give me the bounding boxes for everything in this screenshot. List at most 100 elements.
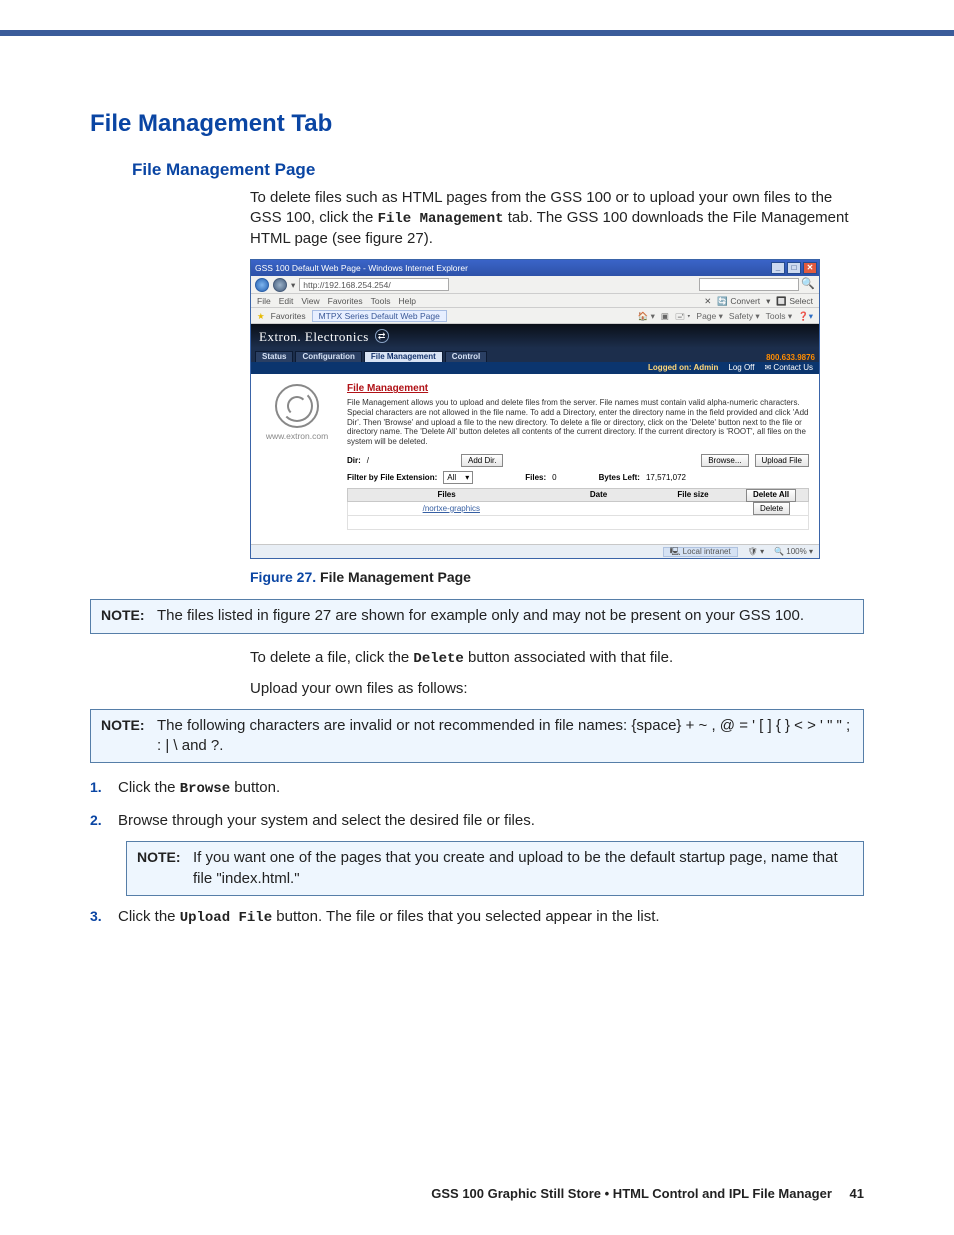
maximize-button[interactable]: □ — [787, 262, 801, 274]
page-body: Extron. Electronics ⇄ Status Configurati… — [251, 324, 819, 544]
back-button[interactable] — [255, 278, 269, 292]
step-1: Click the Browse button. — [90, 777, 864, 799]
table-header: Files Date File size Delete All — [347, 488, 809, 502]
logged-on-label: Logged on: Admin — [648, 364, 718, 372]
note-box-2: NOTE: The following characters are inval… — [90, 709, 864, 764]
menu-tools[interactable]: Tools — [371, 297, 391, 306]
top-stripe — [0, 30, 954, 36]
browse-button[interactable]: Browse... — [701, 454, 748, 467]
left-column: www.extron.com — [251, 374, 343, 544]
favorite-tab[interactable]: MTPX Series Default Web Page — [312, 310, 447, 323]
print-icon[interactable]: 🖃 ▾ — [675, 312, 690, 321]
right-column: File Management File Management allows y… — [343, 374, 819, 544]
figure-title: File Management Page — [320, 569, 471, 585]
intro-mono-fm: File Management — [378, 211, 504, 227]
intro-paragraph: To delete files such as HTML pages from … — [250, 188, 864, 249]
subsection-title: File Management Page — [132, 160, 864, 180]
forward-button[interactable] — [273, 278, 287, 292]
page-footer: GSS 100 Graphic Still Store • HTML Contr… — [431, 1186, 864, 1201]
menu-edit[interactable]: Edit — [279, 297, 294, 306]
table-row: /nortxe-graphics Delete — [347, 502, 809, 516]
delete-text-a: To delete a file, click the — [250, 649, 413, 666]
fm-description: File Management allows you to upload and… — [347, 398, 809, 446]
safety-menu[interactable]: Safety ▾ — [729, 312, 760, 321]
window-title: GSS 100 Default Web Page - Windows Inter… — [255, 264, 468, 273]
banner-text: Extron. Electronics — [259, 330, 369, 343]
site-link[interactable]: www.extron.com — [266, 432, 328, 441]
menubar: File Edit View Favorites Tools Help ✕ 🔄 … — [251, 294, 819, 308]
protected-mode-icon: 🛡 ▾ — [748, 548, 764, 556]
page-number: 41 — [850, 1186, 864, 1201]
add-dir-button[interactable]: Add Dir. — [461, 454, 503, 467]
menu-help[interactable]: Help — [398, 297, 415, 306]
security-zone: 🖳 Local intranet — [663, 547, 738, 557]
contact-link[interactable]: ✉ Contact Us — [764, 364, 813, 372]
figure-number: Figure 27. — [250, 569, 316, 585]
home-icon[interactable]: 🏠 ▾ — [638, 312, 655, 321]
files-count-value: 0 — [552, 474, 556, 482]
url-field[interactable]: http://192.168.254.254/ — [299, 278, 449, 291]
upload-file-button[interactable]: Upload File — [755, 454, 809, 467]
section-title: File Management Tab — [90, 110, 864, 138]
delete-text-b: button associated with that file. — [468, 649, 673, 666]
note-body: The files listed in figure 27 are shown … — [157, 606, 804, 626]
search-field[interactable] — [699, 278, 799, 291]
phone-number: 800.633.9876 — [766, 354, 815, 362]
delete-all-button[interactable]: Delete All — [746, 489, 796, 502]
zoom-level[interactable]: 🔍 100% ▾ — [774, 548, 813, 556]
tab-control[interactable]: Control — [445, 351, 487, 362]
note-label: NOTE: — [101, 606, 147, 626]
menu-favorites[interactable]: Favorites — [328, 297, 363, 306]
footer-text: GSS 100 Graphic Still Store • HTML Contr… — [431, 1186, 832, 1201]
tab-configuration[interactable]: Configuration — [295, 351, 361, 362]
figure-caption: Figure 27. File Management Page — [250, 569, 864, 585]
note-label: NOTE: — [137, 848, 183, 889]
extron-logo-icon — [275, 384, 319, 428]
note-body: If you want one of the pages that you cr… — [193, 848, 853, 889]
menu-view[interactable]: View — [301, 297, 319, 306]
tabstrip: Status Configuration File Management Con… — [251, 348, 819, 362]
filter-select[interactable]: All▾ — [443, 471, 473, 484]
help-icon[interactable]: ❓▾ — [798, 312, 813, 321]
dir-label: Dir: — [347, 457, 361, 465]
upload-paragraph: Upload your own files as follows: — [250, 679, 864, 699]
feeds-icon[interactable]: ▣ — [661, 312, 669, 321]
tab-status[interactable]: Status — [255, 351, 293, 362]
col-size: File size — [652, 491, 734, 499]
dir-value: / — [367, 457, 369, 465]
content-area: www.extron.com File Management File Mana… — [251, 374, 819, 544]
favorites-bar: ★ Favorites MTPX Series Default Web Page… — [251, 308, 819, 324]
favorites-label[interactable]: Favorites — [271, 312, 306, 321]
logoff-link[interactable]: Log Off — [728, 364, 754, 372]
banner-icon: ⇄ — [375, 329, 389, 343]
close-button[interactable]: ✕ — [803, 262, 817, 274]
tools-menu[interactable]: Tools ▾ — [766, 312, 792, 321]
file-link[interactable]: /nortxe-graphics — [348, 505, 549, 513]
note-box-1: NOTE: The files listed in figure 27 are … — [90, 599, 864, 633]
window-titlebar: GSS 100 Default Web Page - Windows Inter… — [251, 260, 819, 276]
delete-paragraph: To delete a file, click the Delete butto… — [250, 648, 864, 669]
note-label: NOTE: — [101, 716, 147, 757]
minimize-button[interactable]: _ — [771, 262, 785, 274]
search-icon[interactable]: 🔍 — [801, 279, 815, 290]
col-date: Date — [545, 491, 652, 499]
delete-button[interactable]: Delete — [753, 502, 790, 515]
menu-file[interactable]: File — [257, 297, 271, 306]
page-menu[interactable]: Page ▾ — [696, 312, 723, 321]
address-bar: ▾ http://192.168.254.254/ 🔍 — [251, 276, 819, 294]
steps-list: Click the Browse button. Browse through … — [90, 777, 864, 928]
step-3: Click the Upload File button. The file o… — [90, 906, 864, 928]
select-button[interactable]: 🔲 Select — [776, 297, 813, 306]
col-files: Files — [348, 491, 545, 499]
bytes-left-value: 17,571,072 — [646, 474, 686, 482]
tab-file-management[interactable]: File Management — [364, 351, 443, 362]
fm-heading: File Management — [347, 384, 809, 394]
banner: Extron. Electronics ⇄ — [251, 324, 819, 348]
note-body: The following characters are invalid or … — [157, 716, 853, 757]
screenshot-figure: GSS 100 Default Web Page - Windows Inter… — [250, 259, 820, 559]
bytes-left-label: Bytes Left: — [599, 474, 640, 482]
statusbar: 🖳 Local intranet 🛡 ▾ 🔍 100% ▾ — [251, 544, 819, 558]
step-2: Browse through your system and select th… — [90, 810, 864, 896]
convert-button[interactable]: 🔄 Convert — [717, 297, 760, 306]
favorites-icon: ★ — [257, 312, 265, 321]
